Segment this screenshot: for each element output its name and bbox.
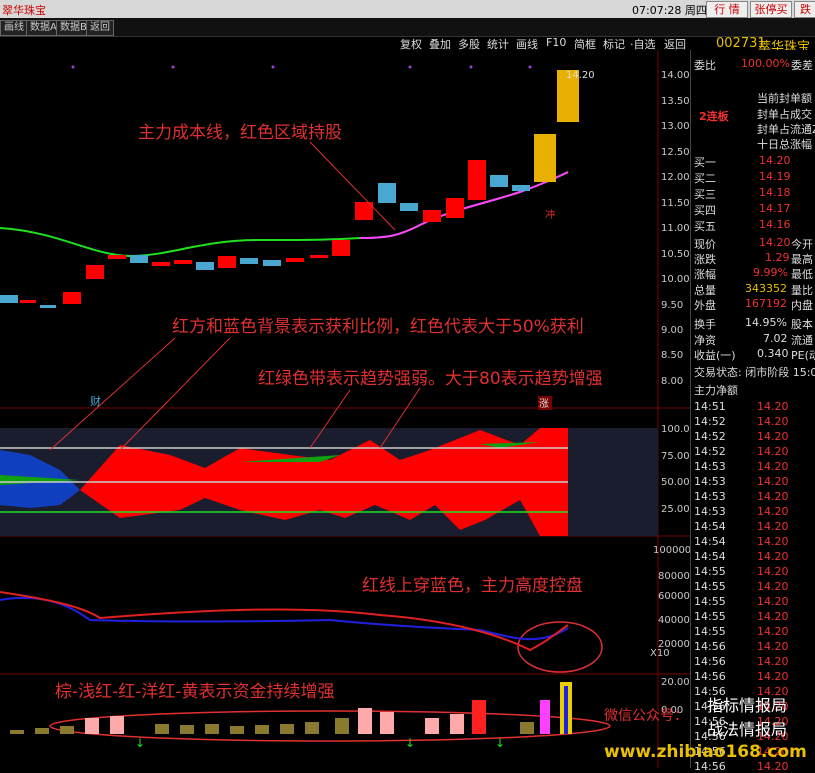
svg-text:↓: ↓ [135,736,145,750]
tick-time: 14:55 [694,595,726,608]
tick-price: 14.20 [757,430,789,443]
weicha-label: 委差 [791,59,813,72]
quote-panel: 委比 100.00% 委差 2连板 当前封单额 封单占成交 封单占流通Z 十日总… [690,50,815,773]
clock: 07:07:28 周四 [632,4,707,17]
tick-time: 14:52 [694,445,726,458]
annotation-3: 红绿色带表示趋势强弱。大于80表示趋势增强 [258,369,603,389]
svg-text:12.50: 12.50 [661,147,690,158]
sub-toolbar [0,18,815,37]
tick-time: 14:55 [694,565,726,578]
tick-price: 14.20 [757,535,789,548]
tick-time: 14:51 [694,400,726,413]
menu-f10[interactable]: F10 [546,36,566,49]
tick-price: 14.20 [757,655,789,668]
tick-time: 14:55 [694,580,726,593]
tick-price: 14.20 [757,595,789,608]
tick-price: 14.20 [757,670,789,683]
tick-time: 14:53 [694,490,726,503]
candles [0,70,579,308]
tick-time: 14:56 [694,640,726,653]
chong-marker: 冲 [545,208,555,221]
svg-text:50.00: 50.00 [661,477,690,488]
zhuli-label: 主力净额 [694,384,738,397]
svg-text:8.50: 8.50 [661,350,683,361]
svg-text:40000: 40000 [658,615,690,626]
tick-price: 14.20 [757,520,789,533]
draw-button[interactable]: 画线 [0,20,28,36]
tick-time: 14:53 [694,505,726,518]
tick-time: 14:54 [694,520,726,533]
annotation-5: 棕-浅红-红-洋红-黄表示资金持续增强 [55,682,335,702]
tick-price: 14.20 [757,445,789,458]
ad-url[interactable]: www.zhibiao168.com [604,742,807,762]
annotation-1: 主力成本线，红色区域持股 [138,123,342,143]
svg-text:13.00: 13.00 [661,121,690,132]
price-axis: 14.00 13.50 13.00 12.50 12.00 11.50 11.0… [661,70,690,387]
trade-state: 交易状态: 闭市阶段 15:0 [694,366,815,379]
svg-text:12.00: 12.00 [661,172,690,183]
tick-price: 14.20 [757,505,789,518]
weibi-label: 委比 [694,59,716,72]
tick-time: 14:54 [694,550,726,563]
volume-axis: 100000 80000 60000 40000 20000 X10 [650,545,690,659]
tick-time: 14:56 [694,670,726,683]
price-label: 14.20 [566,70,595,81]
limit-down-button[interactable]: 跌停 [794,1,815,31]
svg-text:13.50: 13.50 [661,96,690,107]
svg-text:75.00: 75.00 [661,451,690,462]
annotation-4: 红线上穿蓝色，主力高度控盘 [362,576,583,596]
tick-price: 14.20 [757,400,789,413]
tick-time: 14:53 [694,460,726,473]
tick-time: 14:56 [694,655,726,668]
svg-text:10.50: 10.50 [661,249,690,260]
tick-time: 14:52 [694,415,726,428]
quote-button[interactable]: 行 情 [706,1,748,18]
svg-text:14.00: 14.00 [661,70,690,81]
back-button[interactable]: 返回 [86,20,114,36]
tick-time: 14:53 [694,475,726,488]
svg-text:11.00: 11.00 [661,223,690,234]
svg-text:↓: ↓ [405,736,415,750]
tick-price: 14.20 [757,460,789,473]
weibi-value: 100.00% [741,57,790,70]
svg-text:100.0: 100.0 [661,424,690,435]
svg-text:9.00: 9.00 [661,325,683,336]
ad-wechat: 微信公众号： [604,708,688,724]
cai-marker: 财 [90,394,101,408]
annotation-2: 红方和蓝色背景表示获利比例，红色代表大于50%获利 [172,317,584,337]
indicator-axis: 100.0 75.00 50.00 25.00 [661,424,690,515]
tick-price: 14.20 [757,475,789,488]
tick-time: 14:55 [694,610,726,623]
tick-time: 14:55 [694,625,726,638]
svg-text:60000: 60000 [658,591,690,602]
lianban-badge: 2连板 [699,110,729,123]
tick-price: 14.20 [757,610,789,623]
svg-text:8.00: 8.00 [661,376,683,387]
svg-text:100000: 100000 [653,545,690,556]
svg-text:10.00: 10.00 [661,274,690,285]
ad-zhanfa: 战法情报局 [707,720,788,739]
tick-price: 14.20 [757,550,789,563]
tick-price: 14.20 [757,490,789,503]
svg-text:20.00: 20.00 [661,677,690,688]
tick-price: 14.20 [757,580,789,593]
svg-text:80000: 80000 [658,571,690,582]
svg-text:25.00: 25.00 [661,504,690,515]
chart-area[interactable]: ↓ ↓ ↓ 财 涨 冲 14.20 主力成本线，红色区域持股 红方和蓝色背景表示获利… [0,50,690,768]
tick-price: 14.20 [757,625,789,638]
zhang-marker: 涨 [539,398,549,410]
svg-text:↓: ↓ [495,736,505,750]
tick-time: 14:52 [694,430,726,443]
svg-text:9.50: 9.50 [661,300,683,311]
tick-time: 14:54 [694,535,726,548]
app-title: 翠华珠宝 [2,4,46,17]
tick-price: 14.20 [757,565,789,578]
limit-up-buy-button[interactable]: 张停买 [750,1,792,18]
ad-zhibiao: 指标情报局 [707,696,788,715]
svg-text:11.50: 11.50 [661,198,690,209]
svg-text:X10: X10 [650,648,670,659]
tick-price: 14.20 [757,640,789,653]
tick-price: 14.20 [757,415,789,428]
